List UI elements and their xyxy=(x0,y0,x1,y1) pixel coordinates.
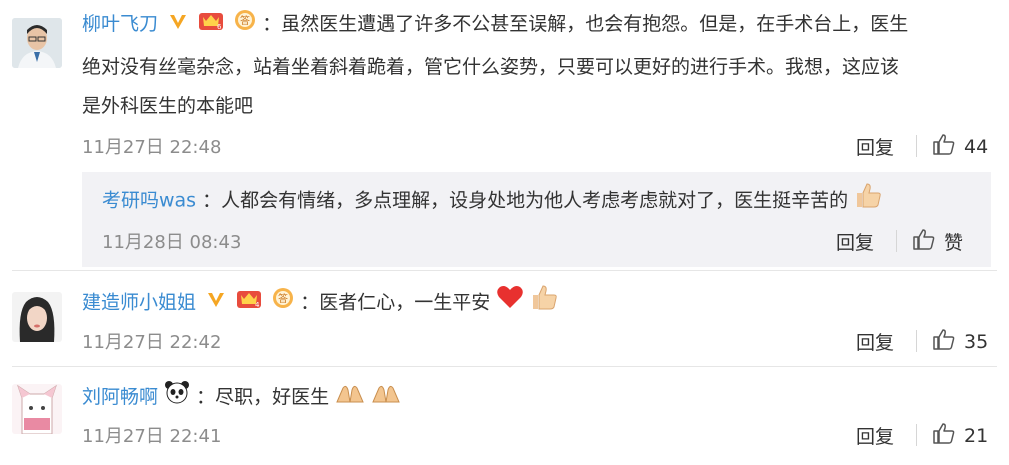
comment-text: ：尽职，好医生 xyxy=(196,386,330,408)
username-link[interactable]: 考研吗was xyxy=(102,190,196,212)
username-link[interactable]: 建造师小姐姐 xyxy=(82,292,196,314)
avatar[interactable] xyxy=(12,18,62,68)
like-button[interactable]: 44 xyxy=(932,133,988,160)
reply-button[interactable]: 回复 xyxy=(836,228,874,255)
comment-time: 11月27日 22:41 xyxy=(82,426,222,447)
thumbs-up-icon xyxy=(912,228,936,255)
comment-text-line: 刘阿畅啊 ：尽职，好医生 xyxy=(82,379,401,416)
comment-item: 柳叶飞刀 6 答 ：虽然医生遭遇了许多不公甚至误解，也会有抱怨。但是，在手术台上… xyxy=(0,0,1009,270)
like-count: 21 xyxy=(964,424,989,447)
like-button[interactable]: 赞 xyxy=(912,228,963,255)
svg-text:4: 4 xyxy=(255,301,260,309)
comment-text: ：虽然医生遭遇了许多不公甚至误解，也会有抱怨。但是，在手术台上，医生 xyxy=(262,13,909,35)
like-label: 赞 xyxy=(944,232,964,254)
comment-text-line: 是外科医生的本能吧 xyxy=(82,95,254,117)
answer-badge-icon[interactable]: 答 xyxy=(272,285,294,321)
comment-text-line: 建造师小姐姐 4 答 ：医者仁心，一生平安 xyxy=(82,284,558,322)
reply-button[interactable]: 回复 xyxy=(856,133,894,160)
thumbs-up-icon xyxy=(932,328,956,355)
praying-hands-emoji xyxy=(371,380,401,416)
crown-level-icon[interactable]: 4 xyxy=(236,285,262,321)
svg-text:答: 答 xyxy=(278,292,288,305)
like-count: 44 xyxy=(964,135,989,158)
reply-text: ：人都会有情绪，多点理解，设身处地为他人考虑考虑就对了，医生挺辛苦的 xyxy=(202,189,849,212)
verified-v-icon xyxy=(206,285,226,321)
comment-text: ：医者仁心，一生平安 xyxy=(300,291,491,314)
reply-thread: 考研吗was ：人都会有情绪，多点理解，设身处地为他人考虑考虑就对了，医生挺辛苦… xyxy=(82,172,991,267)
action-divider xyxy=(916,135,917,157)
svg-text:6: 6 xyxy=(217,23,222,31)
reply-time: 11月28日 08:43 xyxy=(102,232,242,253)
comment-item: 刘阿畅啊 ：尽职，好医生 11月27日 22:41 回复 21 xyxy=(0,367,1009,465)
comment-time: 11月27日 22:48 xyxy=(82,137,222,158)
answer-badge-icon[interactable]: 答 xyxy=(234,7,256,43)
avatar[interactable] xyxy=(12,384,62,434)
like-count: 35 xyxy=(964,330,989,353)
panda-emoji xyxy=(164,380,190,416)
action-divider xyxy=(916,330,917,352)
svg-text:答: 答 xyxy=(240,14,250,27)
comment-time: 11月27日 22:42 xyxy=(82,332,222,353)
action-divider xyxy=(896,230,897,252)
like-button[interactable]: 21 xyxy=(932,422,988,449)
action-divider xyxy=(916,424,917,446)
praying-hands-emoji xyxy=(335,380,365,416)
username-link[interactable]: 柳叶飞刀 xyxy=(82,13,158,35)
verified-v-icon xyxy=(168,7,188,43)
comment-item: 建造师小姐姐 4 答 ：医者仁心，一生平安 11月27日 22:42 回复 35 xyxy=(0,271,1009,366)
thumbs-up-icon xyxy=(932,422,956,449)
username-link[interactable]: 刘阿畅啊 xyxy=(82,386,158,408)
thumbs-up-emoji xyxy=(854,182,882,220)
reply-text-line: 考研吗was ：人都会有情绪，多点理解，设身处地为他人考虑考虑就对了，医生挺辛苦… xyxy=(102,182,882,220)
reply-button[interactable]: 回复 xyxy=(856,328,894,355)
thumbs-up-icon xyxy=(932,133,956,160)
thumbs-up-emoji xyxy=(530,284,558,322)
comment-text-line: 绝对没有丝毫杂念，站着坐着斜着跪着，管它什么姿势，只要可以更好的进行手术。我想，… xyxy=(82,56,900,78)
avatar[interactable] xyxy=(12,292,62,342)
like-button[interactable]: 35 xyxy=(932,328,988,355)
crown-level-icon[interactable]: 6 xyxy=(198,7,224,43)
red-heart-emoji xyxy=(496,284,524,322)
comment-text-line: 柳叶飞刀 6 答 ：虽然医生遭遇了许多不公甚至误解，也会有抱怨。但是，在手术台上… xyxy=(82,6,908,43)
reply-button[interactable]: 回复 xyxy=(856,422,894,449)
